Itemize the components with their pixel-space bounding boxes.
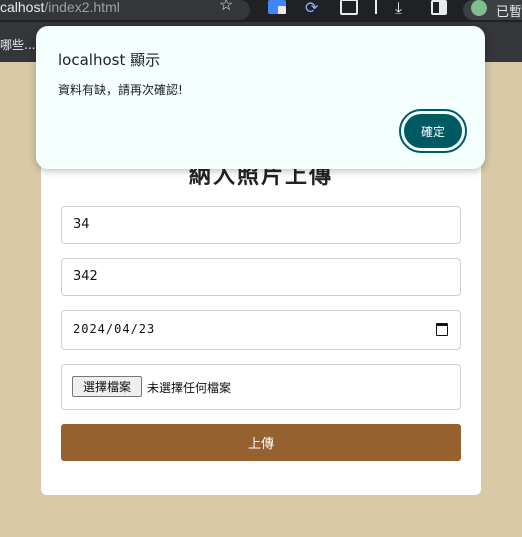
date-value: 2024/04/23 (73, 322, 156, 336)
address-bar[interactable]: calhost/index2.html ☆ (0, 0, 250, 20)
side-panel-icon[interactable] (431, 0, 447, 15)
ok-button[interactable]: 確定 (404, 114, 462, 148)
translate-extension-icon[interactable] (268, 0, 286, 14)
sync-extension-icon[interactable]: ⟳ (305, 0, 318, 17)
star-icon[interactable]: ☆ (219, 0, 233, 14)
extensions-puzzle-icon[interactable] (340, 0, 358, 15)
upload-button[interactable]: 上傳 (61, 424, 461, 461)
profile-label: 已暫 (496, 5, 522, 20)
bookmark-item[interactable]: 哪些... (0, 36, 35, 53)
name-field[interactable] (61, 206, 461, 244)
address-host: calhost (0, 0, 45, 15)
phone-input[interactable] (62, 259, 453, 293)
address-path: /index2.html (44, 0, 120, 15)
browser-toolbar: calhost/index2.html ☆ ⟳ ⤓ 已暫 (0, 0, 522, 22)
dialog-title: localhost 顯示 (58, 51, 161, 69)
download-icon[interactable]: ⤓ (395, 0, 402, 18)
file-field: 選擇檔案 未選擇任何檔案 (61, 364, 461, 410)
calendar-icon[interactable] (436, 323, 448, 336)
toolbar-divider (375, 0, 377, 14)
file-status-text: 未選擇任何檔案 (147, 381, 232, 395)
address-url: calhost/index2.html (0, 0, 120, 14)
name-input[interactable] (62, 207, 453, 241)
profile-button[interactable]: 已暫 (463, 0, 522, 20)
alert-dialog: localhost 顯示 資料有缺，請再次確認! 確定 (36, 26, 485, 169)
profile-avatar-icon (471, 0, 487, 16)
choose-file-button[interactable]: 選擇檔案 (72, 376, 142, 397)
phone-field[interactable] (61, 258, 461, 296)
dialog-message: 資料有缺，請再次確認! (58, 83, 183, 97)
upload-form-card: 納入照片上傳 2024/04/23 選擇檔案 未選擇任何檔案 上傳 (41, 120, 481, 495)
ok-button-focus-ring: 確定 (399, 109, 467, 153)
date-field[interactable]: 2024/04/23 (61, 310, 461, 350)
